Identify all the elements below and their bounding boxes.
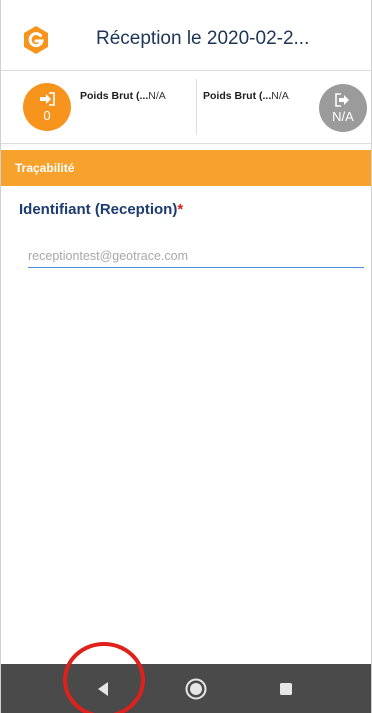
gross-weight-value-out: N/A (271, 90, 289, 102)
identifier-input[interactable] (28, 245, 364, 268)
app-bar: Réception le 2020-02-2... (1, 0, 371, 70)
identifier-field-label: Identifiant (Reception)* (19, 201, 184, 218)
system-nav-bar (1, 664, 371, 713)
gross-weight-label-in: Poids Brut (...N/A (80, 90, 166, 102)
sign-out-icon (335, 92, 349, 107)
app-screen: Réception le 2020-02-2... 0 Poids Brut (… (0, 0, 372, 713)
weigh-out-value: N/A (332, 108, 354, 124)
back-button[interactable] (90, 676, 116, 702)
home-button[interactable] (183, 676, 209, 702)
recent-apps-button[interactable] (273, 676, 299, 702)
weight-summary: 0 Poids Brut (...N/A Poids Brut (...N/A … (1, 70, 371, 144)
page-title: Réception le 2020-02-2... (96, 28, 310, 49)
weights-divider (196, 79, 197, 135)
back-triangle-icon (98, 682, 108, 696)
weigh-in-value: 0 (43, 107, 51, 123)
recent-apps-square-icon (280, 683, 292, 695)
gross-weight-value-in: N/A (148, 90, 166, 102)
weigh-in-button[interactable]: 0 (23, 83, 71, 131)
gross-weight-label-out: Poids Brut (...N/A (203, 90, 289, 102)
home-circle-icon (185, 678, 207, 700)
geotrace-logo-icon (24, 26, 48, 54)
required-asterisk: * (177, 201, 184, 218)
weigh-out-button[interactable]: N/A (319, 84, 367, 132)
sign-in-icon (40, 91, 55, 106)
section-header-tracabilite: Traçabilité (1, 150, 371, 186)
